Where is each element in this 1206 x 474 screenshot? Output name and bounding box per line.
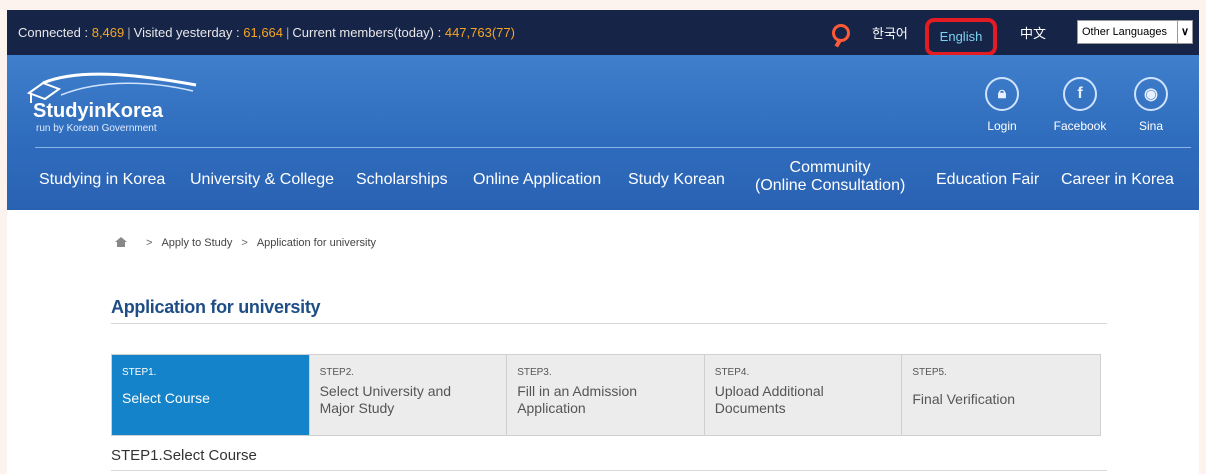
nav-studying-in-korea[interactable]: Studying in Korea: [39, 171, 165, 189]
header-divider: [35, 147, 1191, 148]
lang-korean-link[interactable]: 한국어: [872, 23, 908, 42]
nav-community[interactable]: Community (Online Consultation): [755, 159, 905, 195]
step-label-line: Documents: [714, 400, 786, 416]
page-title: Application for university: [111, 297, 321, 317]
facebook-label: Facebook: [1053, 119, 1107, 133]
other-languages-select[interactable]: Other Languages ∨: [1077, 20, 1193, 44]
sina-weibo-icon: ◉: [1134, 77, 1168, 111]
login-button[interactable]: 🔒︎ Login: [977, 77, 1027, 133]
breadcrumb-apply-to-study[interactable]: Apply to Study: [161, 237, 232, 249]
breadcrumb-separator: >: [146, 237, 153, 249]
breadcrumb: > Apply to Study > Application for universi…: [115, 236, 376, 249]
divider: |: [286, 25, 290, 40]
lang-chinese-link[interactable]: 中文: [1020, 23, 1046, 42]
step-2-tab[interactable]: STEP2. Select University and Major Study: [310, 355, 508, 435]
step-label: Select University and Major Study: [320, 383, 507, 417]
visitor-stats: Connected : 8,469 | Visited yesterday : 61…: [18, 25, 515, 40]
members-label: Current members(today) :: [292, 25, 445, 40]
nav-community-label: Community: [789, 159, 871, 176]
visited-count: 61,664: [243, 25, 284, 40]
step-4-tab[interactable]: STEP4. Upload Additional Documents: [705, 355, 903, 435]
connected-count: 8,469: [91, 25, 125, 40]
chevron-down-icon: ∨: [1177, 21, 1192, 43]
step-5-tab[interactable]: STEP5. Final Verification: [902, 355, 1100, 435]
step-number: STEP3.: [517, 367, 552, 378]
page-frame: Connected : 8,469 | Visited yesterday : 61…: [7, 10, 1199, 474]
step-label-line: Major Study: [319, 400, 395, 416]
title-divider: [111, 323, 1107, 324]
step-progress: STEP1. Select Course STEP2. Select Unive…: [111, 354, 1101, 436]
lang-english-link[interactable]: English: [925, 18, 997, 56]
nav-online-application[interactable]: Online Application: [473, 171, 601, 189]
main-nav: Studying in Korea University & College S…: [7, 155, 1199, 205]
step-number: STEP2.: [319, 367, 355, 378]
nav-community-sub: (Online Consultation): [755, 177, 906, 194]
login-label: Login: [987, 119, 1017, 133]
lock-icon: 🔒︎: [985, 77, 1019, 111]
step-number: STEP4.: [714, 367, 750, 378]
nav-university-college[interactable]: University & College: [190, 171, 334, 189]
breadcrumb-current: Application for university: [256, 237, 377, 249]
step-label-line: Fill in an Admission: [517, 383, 638, 399]
step-label: Select Course: [122, 390, 210, 406]
step-label: Final Verification: [912, 391, 1016, 407]
connected-label: Connected :: [18, 25, 92, 40]
sina-label: Sina: [1138, 119, 1164, 133]
nav-study-korean[interactable]: Study Korean: [628, 171, 725, 189]
site-header: StudyinKorea run by Korean Government 🔒︎…: [7, 55, 1199, 210]
nav-career-in-korea[interactable]: Career in Korea: [1061, 171, 1174, 189]
breadcrumb-separator: >: [241, 237, 248, 249]
logo-subtitle: run by Korean Government: [36, 123, 157, 134]
nav-education-fair[interactable]: Education Fair: [936, 171, 1039, 189]
search-icon[interactable]: [832, 24, 850, 42]
home-icon[interactable]: [115, 237, 127, 247]
step-label: Upload Additional Documents: [715, 383, 902, 417]
top-bar: Connected : 8,469 | Visited yesterday : 61…: [7, 10, 1199, 56]
nav-scholarships[interactable]: Scholarships: [356, 171, 448, 189]
step-label-line: Select University and: [319, 383, 452, 399]
step-number: STEP1.: [122, 367, 157, 378]
step-label-line: Application: [517, 400, 586, 416]
sina-button[interactable]: ◉ Sina: [1129, 77, 1173, 133]
step-1-tab[interactable]: STEP1. Select Course: [112, 355, 310, 435]
site-logo[interactable]: StudyinKorea run by Korean Government: [21, 71, 221, 141]
other-languages-value: Other Languages: [1082, 26, 1168, 38]
facebook-icon: f: [1063, 77, 1097, 111]
section-divider: [111, 470, 1107, 471]
step-number: STEP5.: [912, 367, 947, 378]
facebook-button[interactable]: f Facebook: [1050, 77, 1110, 133]
section-title: STEP1.Select Course: [111, 447, 257, 464]
divider: |: [127, 25, 131, 40]
visited-label: Visited yesterday :: [133, 25, 244, 40]
step-label-line: Upload Additional: [714, 383, 824, 399]
step-3-tab[interactable]: STEP3. Fill in an Admission Application: [507, 355, 705, 435]
members-count: 447,763(77): [444, 25, 515, 40]
logo-text: StudyinKorea: [33, 100, 164, 122]
step-label: Fill in an Admission Application: [517, 383, 704, 417]
